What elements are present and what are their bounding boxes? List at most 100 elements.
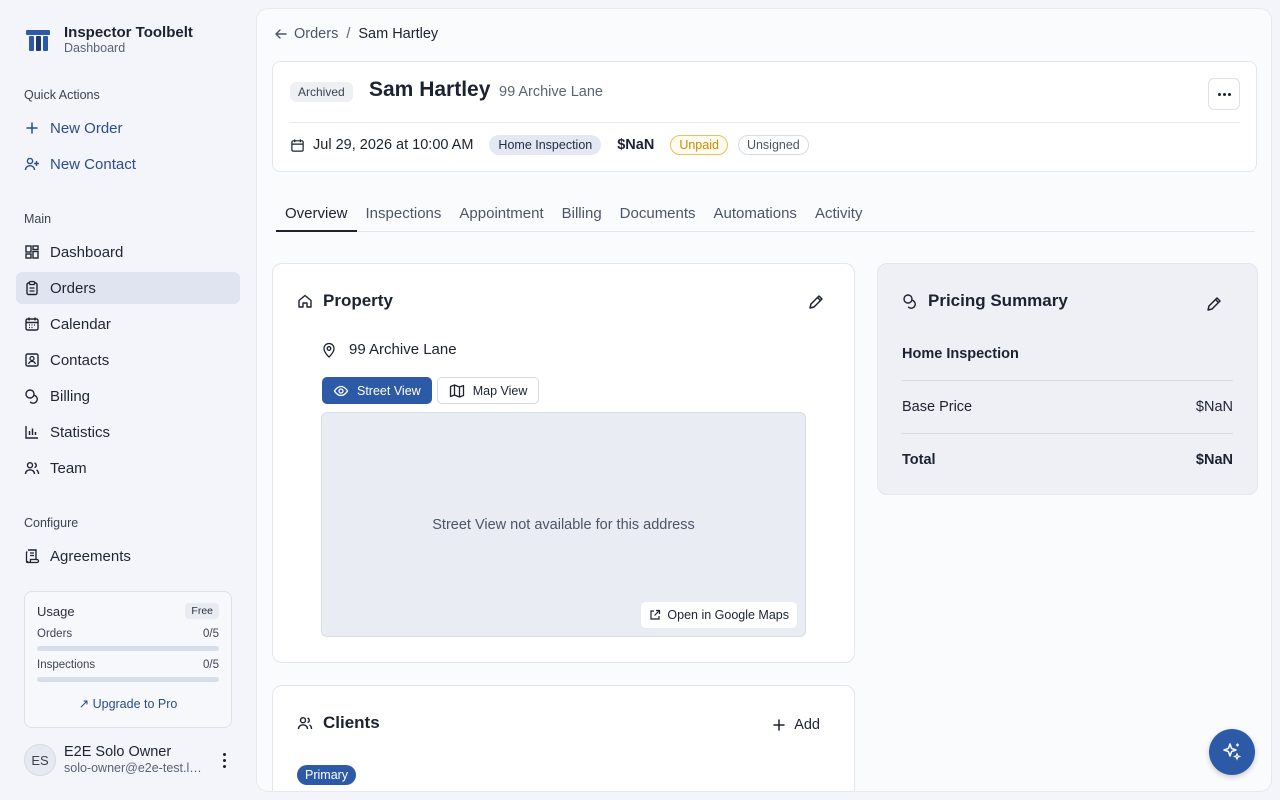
quick-actions-label: Quick Actions [24,88,100,102]
divider [902,380,1233,381]
sidebar-item-label: Calendar [50,315,111,333]
brand[interactable]: Inspector Toolbelt Dashboard [24,24,193,56]
upgrade-label: Upgrade to Pro [92,697,178,711]
users-icon [297,716,313,730]
breadcrumb: Orders / Sam Hartley [274,26,438,42]
usage-inspections-value: 0/5 [203,659,219,671]
ai-assistant-button[interactable] [1209,729,1255,775]
tab-documents[interactable]: Documents [611,201,705,232]
upgrade-link[interactable]: ↗ Upgrade to Pro [25,696,231,711]
usage-title: Usage [37,603,75,619]
tab-appointment[interactable]: Appointment [450,201,552,232]
base-price-label: Base Price [902,399,973,415]
new-contact-label: New Contact [50,155,136,173]
street-view-panel: Street View not available for this addre… [321,412,806,637]
total-value: $NaN [1195,452,1233,468]
divider [902,433,1233,434]
property-address-text: 99 Archive Lane [349,341,457,358]
breadcrumb-separator: / [346,26,351,42]
plus-icon [773,719,785,731]
clipboard-icon [24,280,40,296]
usage-card: Usage Free Orders 0/5 Inspections 0/5 ↗ … [24,591,232,728]
more-actions-button[interactable] [1208,78,1240,110]
sidebar: Inspector Toolbelt Dashboard Quick Actio… [0,0,256,800]
breadcrumb-parent-link[interactable]: Orders [274,26,338,42]
user-email: solo-owner@e2e-test.local [64,761,208,775]
tab-inspections[interactable]: Inspections [357,201,451,232]
clients-title: Clients [297,713,380,733]
sidebar-item-label: Agreements [50,547,131,565]
toolbelt-logo-icon [24,26,52,54]
plan-badge: Free [185,603,219,619]
map-view-button[interactable]: Map View [436,377,540,404]
street-view-button[interactable]: Street View [322,377,432,404]
usage-row-orders: Orders 0/5 [37,628,219,640]
user-plus-icon [24,156,40,172]
plus-icon [24,120,40,136]
usage-row-inspections: Inspections 0/5 [37,659,219,671]
property-title-text: Property [323,291,393,310]
order-date: Jul 29, 2026 at 10:00 AM [290,137,473,153]
sidebar-item-label: Billing [50,387,91,405]
sidebar-item-contacts[interactable]: Contacts [16,344,240,376]
coins-icon [903,294,916,309]
configure-section-label: Configure [24,516,79,530]
property-address: 99 Archive Lane [321,341,457,358]
home-icon [298,294,312,308]
user-name: E2E Solo Owner [64,744,172,760]
sidebar-item-label: Orders [50,279,96,297]
calendar-icon [291,138,304,152]
sidebar-item-agreements[interactable]: Agreements [16,540,240,572]
inspection-type-badge: Home Inspection [489,135,602,155]
tab-activity[interactable]: Activity [806,201,872,232]
divider [290,122,1240,123]
new-order-button[interactable]: New Order [16,112,240,144]
pricing-total-row: Total $NaN [902,452,1233,468]
main-section-label: Main [24,212,52,226]
main-panel: Orders / Sam Hartley Archived Sam Hartle… [256,8,1272,792]
payment-status-badge: Unpaid [670,135,728,155]
street-view-message: Street View not available for this addre… [432,517,695,533]
map-view-label: Map View [472,383,528,398]
clients-title-text: Clients [323,713,380,732]
sidebar-item-dashboard[interactable]: Dashboard [16,236,240,268]
user-menu[interactable]: ES E2E Solo Owner solo-owner@e2e-test.lo… [24,744,240,776]
usage-inspections-label: Inspections [37,659,96,671]
tab-bar: Overview Inspections Appointment Billing… [276,201,1255,232]
add-client-button[interactable]: Add [772,717,820,733]
pricing-base-row: Base Price $NaN [902,399,1233,415]
order-price: $NaN [617,137,655,153]
usage-orders-label: Orders [37,628,73,640]
pricing-service-name: Home Inspection [902,346,1019,362]
header-address: 99 Archive Lane [499,84,603,100]
breadcrumb-current: Sam Hartley [358,26,439,42]
edit-property-icon[interactable] [807,293,825,311]
sidebar-item-label: Team [50,459,87,477]
open-google-maps-button[interactable]: Open in Google Maps [641,602,797,628]
tab-billing[interactable]: Billing [553,201,611,232]
bar-chart-icon [24,424,40,440]
pricing-service: Home Inspection [902,346,1233,362]
sidebar-item-billing[interactable]: Billing [16,380,240,412]
tab-automations[interactable]: Automations [705,201,806,232]
page-title: Sam Hartley [369,78,491,101]
tab-overview[interactable]: Overview [276,201,357,232]
pricing-summary-card: Pricing Summary Home Inspection Base Pri… [877,263,1258,495]
usage-inspections-bar [37,677,219,682]
open-google-maps-label: Open in Google Maps [667,608,789,622]
more-vertical-icon[interactable] [216,752,232,768]
new-contact-button[interactable]: New Contact [16,148,240,180]
map-pin-icon [323,342,335,358]
sidebar-item-statistics[interactable]: Statistics [16,416,240,448]
sidebar-item-orders[interactable]: Orders [16,272,240,304]
view-toggle: Street View Map View [322,377,540,404]
brand-title: Inspector Toolbelt [64,24,193,41]
calendar-icon [24,316,40,332]
street-view-label: Street View [357,383,421,398]
sidebar-item-team[interactable]: Team [16,452,240,484]
edit-pricing-icon[interactable] [1205,295,1223,313]
pricing-title-text: Pricing Summary [928,291,1068,310]
external-link-icon [650,609,661,620]
sidebar-item-calendar[interactable]: Calendar [16,308,240,340]
order-meta: Jul 29, 2026 at 10:00 AM Home Inspection… [290,135,809,155]
